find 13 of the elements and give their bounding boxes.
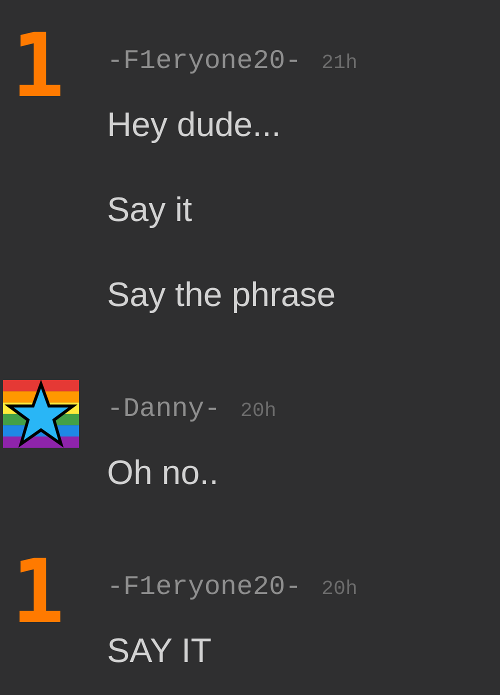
message-text: SAY IT [107, 630, 212, 672]
timestamp: 20h [321, 577, 358, 603]
message-text: Say the phrase [107, 274, 336, 316]
message-text: Hey dude... [107, 104, 281, 146]
avatar: 1 [10, 554, 66, 630]
timestamp: 21h [321, 51, 358, 77]
username: -F1eryone20- [107, 46, 302, 79]
timestamp: 20h [240, 399, 276, 425]
message-text: Oh no.. [107, 452, 219, 494]
avatar: 1 [10, 28, 66, 104]
username: -F1eryone20- [107, 572, 302, 605]
message-text: Say it [107, 190, 192, 230]
username: -Danny- [107, 394, 220, 427]
